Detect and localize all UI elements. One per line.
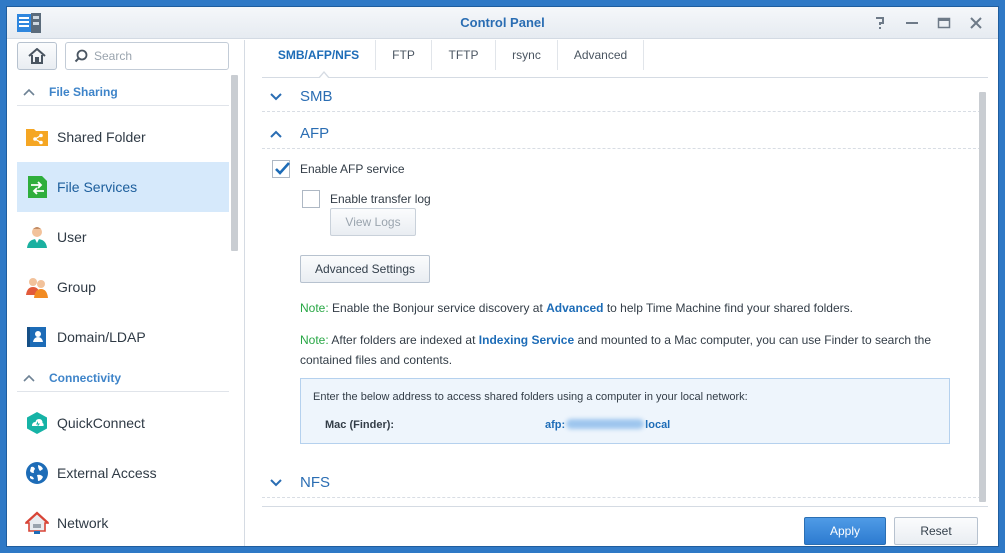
tab-smb-afp-nfs[interactable]: SMB/AFP/NFS	[262, 40, 376, 70]
afp-address-value: afp: local	[545, 419, 670, 431]
group-icon	[25, 275, 49, 299]
note-text: Enable the Bonjour service discovery at	[328, 301, 547, 315]
external-access-icon	[25, 461, 49, 485]
section-connectivity[interactable]: Connectivity	[17, 364, 229, 392]
search-icon	[74, 49, 88, 68]
search-box	[65, 42, 229, 70]
afp-address-info-box: Enter the below address to access shared…	[300, 378, 950, 444]
nfs-section-header[interactable]: NFS	[262, 468, 986, 498]
sidebar-item-label: Domain/LDAP	[57, 329, 146, 345]
main-panel: SMB/AFP/NFS FTP TFTP rsync Advanced SMB …	[246, 40, 998, 546]
sidebar-item-label: User	[57, 229, 87, 245]
sidebar-item-label: File Services	[57, 179, 138, 195]
title-bar: Control Panel	[7, 7, 998, 39]
sidebar-item-label: External Access	[57, 465, 157, 481]
note-prefix: Note:	[300, 333, 329, 347]
sidebar-item-label: Group	[57, 279, 96, 295]
help-icon[interactable]	[869, 13, 891, 33]
enable-afp-checkbox[interactable]	[272, 160, 290, 178]
indexing-note: Note: After folders are indexed at Index…	[300, 330, 950, 370]
quickconnect-icon	[25, 411, 49, 435]
section-title: SMB	[300, 88, 333, 105]
note-text: After folders are indexed at	[328, 333, 479, 347]
note-prefix: Note:	[300, 301, 329, 315]
tab-bar: SMB/AFP/NFS FTP TFTP rsync Advanced	[262, 40, 988, 79]
advanced-settings-button[interactable]: Advanced Settings	[300, 255, 430, 283]
settings-content: SMB AFP Enable AFP service Enable transf…	[262, 82, 988, 502]
home-icon	[28, 48, 46, 64]
transfer-log-label: Enable transfer log	[330, 192, 431, 206]
apply-button[interactable]: Apply	[804, 517, 886, 545]
sidebar-item-network[interactable]: Network	[17, 498, 229, 546]
tab-rsync[interactable]: rsync	[496, 40, 558, 70]
redacted-hostname	[566, 419, 645, 429]
window-title: Control Panel	[460, 15, 545, 30]
content-scrollbar[interactable]	[979, 92, 986, 502]
sidebar-scrollbar[interactable]	[231, 75, 238, 251]
enable-afp-label: Enable AFP service	[300, 162, 405, 176]
enable-afp-checkbox-row[interactable]: Enable AFP service	[272, 160, 405, 178]
search-input[interactable]	[94, 43, 224, 69]
domain-ldap-icon	[25, 325, 49, 349]
afp-address-suffix: local	[645, 419, 671, 431]
advanced-link[interactable]: Advanced	[546, 301, 603, 315]
afp-address-prefix: afp:	[545, 419, 566, 431]
checkmark-icon	[275, 162, 290, 175]
info-intro: Enter the below address to access shared…	[313, 391, 748, 403]
chevron-up-icon	[270, 125, 286, 143]
section-title: NFS	[300, 474, 330, 491]
indexing-service-link[interactable]: Indexing Service	[479, 333, 574, 347]
sidebar-item-external-access[interactable]: External Access	[17, 448, 229, 498]
file-services-icon	[25, 175, 49, 199]
chevron-up-icon	[23, 83, 39, 101]
sidebar-item-group[interactable]: Group	[17, 262, 229, 312]
chevron-up-icon	[23, 369, 39, 387]
reset-button[interactable]: Reset	[894, 517, 978, 545]
mac-finder-label: Mac (Finder):	[325, 419, 395, 431]
sidebar-item-label: Shared Folder	[57, 129, 146, 145]
tab-tftp[interactable]: TFTP	[432, 40, 496, 70]
sidebar-item-label: Network	[57, 515, 109, 531]
transfer-log-checkbox[interactable]	[302, 190, 320, 208]
control-panel-window: Control Panel Fi	[6, 6, 999, 547]
shared-folder-icon	[25, 125, 49, 149]
tab-advanced[interactable]: Advanced	[558, 40, 644, 70]
view-logs-button[interactable]: View Logs	[330, 208, 416, 236]
section-label: File Sharing	[49, 84, 118, 99]
home-button[interactable]	[17, 42, 57, 70]
minimize-icon[interactable]	[901, 13, 923, 33]
sidebar-item-file-services[interactable]: File Services	[17, 162, 229, 212]
note-text: to help Time Machine find your shared fo…	[603, 301, 853, 315]
smb-section-header[interactable]: SMB	[262, 82, 986, 112]
network-icon	[25, 511, 49, 535]
sidebar-item-quickconnect[interactable]: QuickConnect	[17, 398, 229, 448]
chevron-down-icon	[270, 88, 286, 106]
close-icon[interactable]	[965, 13, 987, 33]
section-title: AFP	[300, 125, 330, 142]
maximize-icon[interactable]	[933, 13, 955, 33]
tab-ftp[interactable]: FTP	[376, 40, 432, 70]
section-label: Connectivity	[49, 370, 122, 385]
sidebar-item-label: QuickConnect	[57, 415, 145, 431]
user-icon	[25, 225, 49, 249]
sidebar: File Sharing Shared Folder File Services…	[7, 40, 245, 546]
sidebar-item-shared-folder[interactable]: Shared Folder	[17, 112, 229, 162]
afp-section-header[interactable]: AFP	[262, 119, 986, 149]
sidebar-item-domain-ldap[interactable]: Domain/LDAP	[17, 312, 229, 362]
footer-bar: Apply Reset	[262, 506, 988, 546]
chevron-down-icon	[270, 474, 286, 492]
transfer-log-checkbox-row[interactable]: Enable transfer log	[302, 190, 431, 208]
section-file-sharing[interactable]: File Sharing	[17, 78, 229, 106]
active-tab-indicator-fill	[319, 73, 329, 79]
bonjour-note: Note: Enable the Bonjour service discove…	[300, 298, 950, 318]
sidebar-item-user[interactable]: User	[17, 212, 229, 262]
